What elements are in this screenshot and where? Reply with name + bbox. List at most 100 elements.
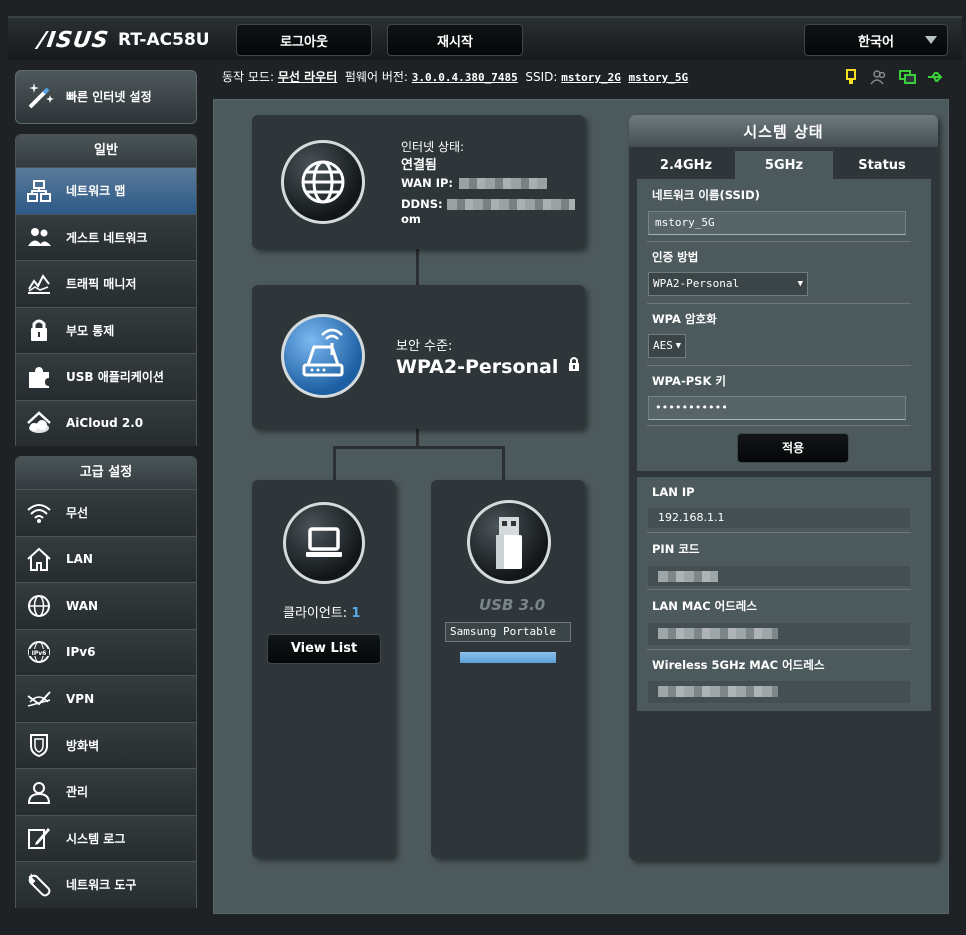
pin-code-blurred	[658, 570, 718, 582]
sidebar-item-firewall[interactable]: 방화벽	[16, 721, 196, 768]
ddns-row: DDNS:	[401, 197, 575, 211]
sidebar-item-traffic-manager[interactable]: 트래픽 매니저	[16, 260, 196, 307]
quick-setup-label: 빠른 인터넷 설정	[66, 90, 152, 104]
wan-ip-row: WAN IP:	[401, 176, 548, 190]
divider	[647, 649, 911, 650]
ddns-value-blurred	[446, 199, 575, 210]
sidebar-item-system-log[interactable]: 시스템 로그	[16, 814, 196, 861]
wpa-psk-label: WPA-PSK 키	[652, 374, 726, 388]
ssid-2g-link[interactable]: mstory_2G	[561, 71, 621, 84]
advanced-panel: 고급 설정 무선 LAN WAN IPv6 IPv6 VPN 방화벽 관리 시스…	[15, 456, 197, 908]
sidebar-item-guest-network[interactable]: 게스트 네트워크	[16, 213, 196, 260]
apply-button[interactable]: 적용	[737, 433, 849, 463]
usb-device-value: Samsung Portable	[450, 625, 556, 638]
sidebar-item-wan[interactable]: WAN	[16, 582, 196, 629]
sidebar-item-vpn[interactable]: VPN	[16, 675, 196, 722]
auth-method-select[interactable]: WPA2-Personal ▼	[648, 272, 808, 296]
usb-device-select[interactable]: Samsung Portable	[445, 622, 571, 642]
divider	[647, 365, 911, 366]
chevron-down-icon: ▼	[675, 341, 681, 351]
security-label: 보안 수준:	[396, 339, 453, 354]
quick-setup-button[interactable]: 빠른 인터넷 설정	[15, 70, 197, 124]
sidebar-item-label: USB 애플리케이션	[66, 370, 164, 385]
globe-circle[interactable]	[281, 140, 365, 224]
sidebar-item-wireless[interactable]: 무선	[16, 489, 196, 536]
clients-circle[interactable]	[283, 502, 365, 584]
chevron-down-icon	[925, 36, 937, 44]
router-card[interactable]: 보안 수준: WPA2-Personal	[252, 285, 585, 429]
connector-line	[333, 446, 505, 449]
monitor-icon[interactable]	[898, 68, 916, 86]
usb-label: USB 3.0	[479, 596, 546, 614]
wpa-psk-input[interactable]: •••••••••••	[648, 396, 906, 420]
lightbulb-icon[interactable]	[842, 68, 860, 86]
sidebar-item-lan[interactable]: LAN	[16, 535, 196, 582]
sidebar-item-label: 네트워크 도구	[66, 878, 137, 893]
pin-code-value	[648, 566, 910, 586]
sidebar-item-label: VPN	[66, 691, 95, 706]
edit-log-icon	[28, 828, 50, 850]
divider	[647, 425, 911, 426]
language-label: 한국어	[858, 34, 894, 50]
mode-link[interactable]: 무선 라우터	[278, 70, 337, 84]
sidebar-item-label: IPv6	[66, 645, 96, 660]
lan-mac-label: LAN MAC 어드레스	[652, 599, 757, 613]
user-icon	[27, 781, 51, 804]
router-circle[interactable]	[281, 314, 365, 398]
sidebar-item-label: 무선	[66, 506, 89, 521]
svg-text:IPv6: IPv6	[32, 650, 47, 657]
tab-status[interactable]: Status	[833, 151, 931, 179]
usb-card[interactable]: USB 3.0	[431, 480, 585, 858]
ssid-input[interactable]: mstory_5G	[648, 211, 906, 235]
sidebar-item-label: LAN	[66, 552, 93, 567]
firmware-link[interactable]: 3.0.0.4.380_7485	[412, 71, 518, 84]
wpa-encryption-value: AES	[653, 339, 673, 352]
ssid-5g-link[interactable]: mstory_5G	[629, 71, 689, 84]
connector-line	[502, 446, 505, 482]
chevron-down-icon: ▼	[797, 279, 803, 289]
tab-2-4ghz[interactable]: 2.4GHz	[637, 151, 735, 179]
usb-icon[interactable]	[926, 68, 944, 86]
sidebar-item-network-map[interactable]: 네트워크 맵	[16, 167, 196, 214]
sidebar-item-ipv6[interactable]: IPv6 IPv6	[16, 628, 196, 675]
system-status-title: 시스템 상태	[629, 115, 938, 147]
divider	[647, 241, 911, 242]
usb-circle[interactable]	[467, 500, 551, 584]
wireless-mac-label: Wireless 5GHz MAC 어드레스	[652, 658, 825, 672]
tab-5ghz[interactable]: 5GHz	[735, 151, 833, 179]
wpa-encryption-label: WPA 암호화	[652, 312, 717, 326]
clients-card[interactable]: 클라이언트: 1	[252, 480, 395, 858]
wan-ip-value-blurred	[459, 178, 548, 189]
globe-icon	[301, 160, 345, 204]
sidebar-item-label: 방화벽	[66, 738, 100, 753]
restart-button[interactable]: 재시작	[387, 24, 523, 56]
wpa-encryption-select[interactable]: AES ▼	[648, 334, 686, 358]
usb-usage-bar	[460, 652, 556, 663]
asus-logo: /ISUS	[36, 28, 111, 53]
users-icon[interactable]	[870, 68, 888, 86]
general-panel: 일반 네트워크 맵 게스트 네트워크 트래픽 매니저 부모 통제 USB 애플리…	[15, 134, 197, 446]
sidebar-item-aicloud[interactable]: AiCloud 2.0	[16, 399, 196, 446]
ssid-label: SSID:	[525, 70, 558, 84]
top-bar: /ISUS RT-AC58U 로그아웃 재시작 한국어	[8, 16, 962, 60]
internet-card[interactable]: 인터넷 상태: 연결됨 WAN IP: DDNS: om	[252, 115, 585, 249]
pin-code-label: PIN 코드	[652, 542, 700, 556]
logout-button[interactable]: 로그아웃	[236, 24, 372, 56]
divider	[647, 303, 911, 304]
lan-ip-value: 192.168.1.1	[648, 508, 910, 528]
sidebar-item-label: WAN	[66, 598, 99, 613]
lock-icon	[568, 357, 579, 371]
language-select[interactable]: 한국어	[804, 24, 948, 56]
cloud-icon	[27, 411, 51, 434]
wireless-settings-section: 네트워크 이름(SSID) mstory_5G 인증 방법 WPA2-Perso…	[637, 179, 931, 471]
system-status-panel: 시스템 상태 2.4GHz 5GHz Status 네트워크 이름(SSID) …	[629, 115, 938, 860]
sidebar-item-administration[interactable]: 관리	[16, 768, 196, 815]
wireless-mac-blurred	[658, 685, 778, 697]
home-icon	[27, 547, 51, 572]
security-value-text: WPA2-Personal	[396, 356, 559, 378]
ddns-suffix: om	[401, 212, 421, 226]
sidebar-item-usb-application[interactable]: USB 애플리케이션	[16, 353, 196, 400]
sidebar-item-parental-control[interactable]: 부모 통제	[16, 306, 196, 353]
sidebar-item-network-tools[interactable]: 네트워크 도구	[16, 861, 196, 908]
view-list-button[interactable]: View List	[267, 634, 381, 664]
